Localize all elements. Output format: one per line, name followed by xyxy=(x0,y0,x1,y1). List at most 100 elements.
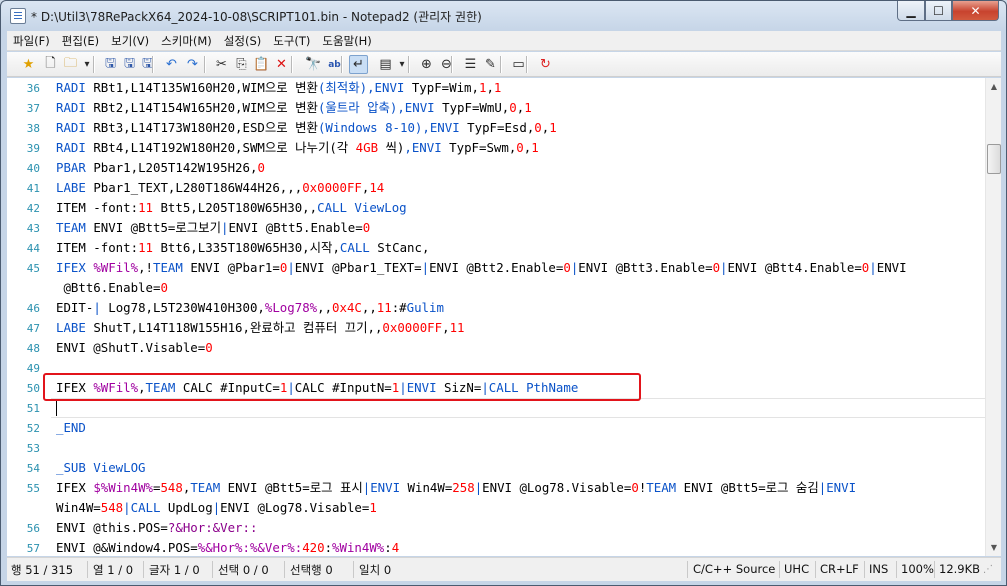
code-token: LABE xyxy=(56,320,94,335)
zoom-out-icon[interactable]: ⊖ xyxy=(437,55,456,74)
line-number: 40 xyxy=(26,162,40,175)
code-token: 4GB xyxy=(355,140,379,155)
code-token: 0 xyxy=(257,160,265,175)
cut-icon[interactable]: ✂ xyxy=(212,55,231,74)
save-as-icon[interactable]: 🖫 xyxy=(120,55,139,74)
code-token: ,ENVI xyxy=(397,100,443,115)
menu-tools[interactable]: 도구(T) xyxy=(267,31,316,51)
code-token: _SUB ViewLOG xyxy=(56,460,146,475)
code-token: ENVI @Btt3.Enable= xyxy=(578,260,713,275)
code-token: 1 xyxy=(549,120,557,135)
code-line[interactable]: @Btt6.Enable=0 xyxy=(56,278,167,298)
star-icon[interactable]: ★ xyxy=(19,55,38,74)
edit-icon[interactable]: ✎ xyxy=(481,55,500,74)
status-eol[interactable]: CR+LF xyxy=(820,562,859,576)
status-encoding[interactable]: UHC xyxy=(784,562,809,576)
new-file-icon[interactable]: 🗋 xyxy=(41,55,60,74)
minimize-button[interactable]: ▁ xyxy=(897,1,925,21)
code-token: |CALL xyxy=(123,500,168,515)
delete-icon[interactable]: ✕ xyxy=(272,55,291,74)
menu-view[interactable]: 보기(V) xyxy=(105,31,155,51)
toolbar-separator xyxy=(408,56,409,73)
open-folder-icon[interactable]: 🗀 xyxy=(61,55,80,74)
scroll-down-arrow-icon[interactable]: ▼ xyxy=(986,539,1002,556)
code-line[interactable]: ITEM -font:11 Btt6,L335T180W65H30,시작,CAL… xyxy=(56,238,429,258)
line-number: 52 xyxy=(26,422,40,435)
save-copy-icon[interactable]: 🖫 xyxy=(138,55,157,74)
toolbar-separator xyxy=(204,56,205,73)
find-icon[interactable]: 🔭 xyxy=(304,55,323,74)
title-bar[interactable]: * D:\Util3\78RePackX64_2024-10-08\SCRIPT… xyxy=(1,1,1006,31)
code-token: Win4W= xyxy=(56,500,101,515)
status-insert-mode[interactable]: INS xyxy=(869,562,888,576)
menu-edit[interactable]: 편집(E) xyxy=(56,31,105,51)
code-line[interactable]: ENVI @this.POS=?&Hor:&Ver:: xyxy=(56,518,257,538)
copy-icon[interactable]: ⎘ xyxy=(232,55,251,74)
exit-icon[interactable]: ↻ xyxy=(536,55,555,74)
code-token: 11 xyxy=(138,240,153,255)
code-token: (울트라 압축) xyxy=(317,100,398,115)
code-line[interactable]: _END xyxy=(56,418,86,438)
code-token: Gulim xyxy=(406,300,444,315)
word-wrap-icon[interactable]: ↵ xyxy=(349,55,368,74)
code-token: Log78,L5T230W410H300, xyxy=(108,300,265,315)
code-line[interactable]: ITEM -font:11 Btt5,L205T180W65H30,,CALL … xyxy=(56,198,407,218)
menu-help[interactable]: 도움말(H) xyxy=(316,31,377,51)
code-token: |ENVI xyxy=(362,480,408,495)
code-line[interactable]: LABE Pbar1_TEXT,L280T186W44H26,,,0x0000F… xyxy=(56,178,384,198)
code-token: RBt4,L14T192W180H20,SWM으로 나누기(각 xyxy=(93,140,356,155)
line-number: 53 xyxy=(26,442,40,455)
zoom-in-icon[interactable]: ⊕ xyxy=(417,55,436,74)
code-line[interactable]: RADI RBt4,L14T192W180H20,SWM으로 나누기(각 4GB… xyxy=(56,138,539,158)
scheme-icon[interactable]: ▤ xyxy=(376,55,395,74)
status-zoom[interactable]: 100% xyxy=(901,562,934,576)
code-line[interactable]: ENVI @ShutT.Visable=0 xyxy=(56,338,213,358)
code-token: ,, xyxy=(361,300,377,315)
resize-grip-icon[interactable]: ⋰ xyxy=(983,564,997,578)
code-line[interactable]: RADI RBt3,L14T173W180H20,ESD으로 변환(Window… xyxy=(56,118,557,138)
undo-icon[interactable]: ↶ xyxy=(162,55,181,74)
code-token: RBt2,L14T154W165H20,WIM으로 변환 xyxy=(93,100,318,115)
code-line[interactable]: IFEX %WFil%,!TEAM ENVI @Pbar1=0|ENVI @Pb… xyxy=(56,258,907,278)
code-token: Btt6,L335T180W65H30,시작, xyxy=(152,240,340,255)
code-line[interactable]: TEAM ENVI @Btt5=로그보기|ENVI @Btt5.Enable=0 xyxy=(56,218,370,238)
code-line[interactable]: LABE ShutT,L14T118W155H16,완료하고 컴퓨터 끄기,,0… xyxy=(56,318,464,338)
code-token: | xyxy=(421,260,430,275)
view-list-icon[interactable]: ☰ xyxy=(461,55,480,74)
status-scheme[interactable]: C/C++ Source xyxy=(693,562,775,576)
paste-icon[interactable]: 📋 xyxy=(252,55,271,74)
redo-icon[interactable]: ↷ xyxy=(183,55,202,74)
code-line[interactable]: RADI RBt2,L14T154W165H20,WIM으로 변환(울트라 압축… xyxy=(56,98,532,118)
code-token: TEAM xyxy=(56,220,94,235)
save-icon[interactable]: 🖫 xyxy=(101,55,120,74)
code-line[interactable]: RADI RBt1,L14T135W160H20,WIM으로 변환(최적화),E… xyxy=(56,78,501,98)
dropdown-icon[interactable]: ▾ xyxy=(397,55,407,74)
code-token: ITEM -font: xyxy=(56,240,139,255)
editor-area[interactable]: 36 37 38 39 40 41 42 43 44 45 46 47 48 49 50 51 52 53 54 55… xyxy=(7,78,985,556)
code-line[interactable]: PBAR Pbar1,L205T142W195H26,0 xyxy=(56,158,265,178)
line-number: 44 xyxy=(26,242,40,255)
code-line[interactable]: Win4W=548|CALL UpdLog|ENVI @Log78.Visabl… xyxy=(56,498,377,518)
code-token: TypF=WmU, xyxy=(442,100,510,115)
maximize-button[interactable]: ☐ xyxy=(925,1,952,21)
code-line[interactable]: EDIT-| Log78,L5T230W410H300,%Log78%,,0x4… xyxy=(56,298,444,318)
menu-settings[interactable]: 설정(S) xyxy=(218,31,267,51)
code-token: 0x0000FF xyxy=(382,320,443,335)
toolbar-separator xyxy=(291,56,292,73)
notepad2-window: * D:\Util3\78RePackX64_2024-10-08\SCRIPT… xyxy=(0,0,1007,586)
code-line[interactable]: IFEX $%Win4W%=548,TEAM ENVI @Btt5=로그 표시|… xyxy=(56,478,856,498)
code-token: 1 xyxy=(369,500,377,515)
close-button[interactable]: ✕ xyxy=(952,1,999,21)
dropdown-icon[interactable]: ▾ xyxy=(82,55,92,74)
notepad-app-icon[interactable] xyxy=(10,8,26,24)
code-token: 0 xyxy=(205,340,213,355)
code-token: 548 xyxy=(160,480,183,495)
scroll-thumb[interactable] xyxy=(987,144,1001,174)
scroll-up-arrow-icon[interactable]: ▲ xyxy=(986,78,1002,95)
menu-scheme[interactable]: 스키마(M) xyxy=(155,31,218,51)
code-line[interactable]: _SUB ViewLOG xyxy=(56,458,146,478)
code-token: ENVI @&Window4.POS= xyxy=(56,540,198,555)
vertical-scrollbar[interactable]: ▲ ▼ xyxy=(985,78,1001,556)
menu-file[interactable]: 파일(F) xyxy=(7,31,56,51)
code-line[interactable]: ENVI @&Window4.POS=%&Hor%:%&Ver%:420:%Wi… xyxy=(56,538,399,556)
